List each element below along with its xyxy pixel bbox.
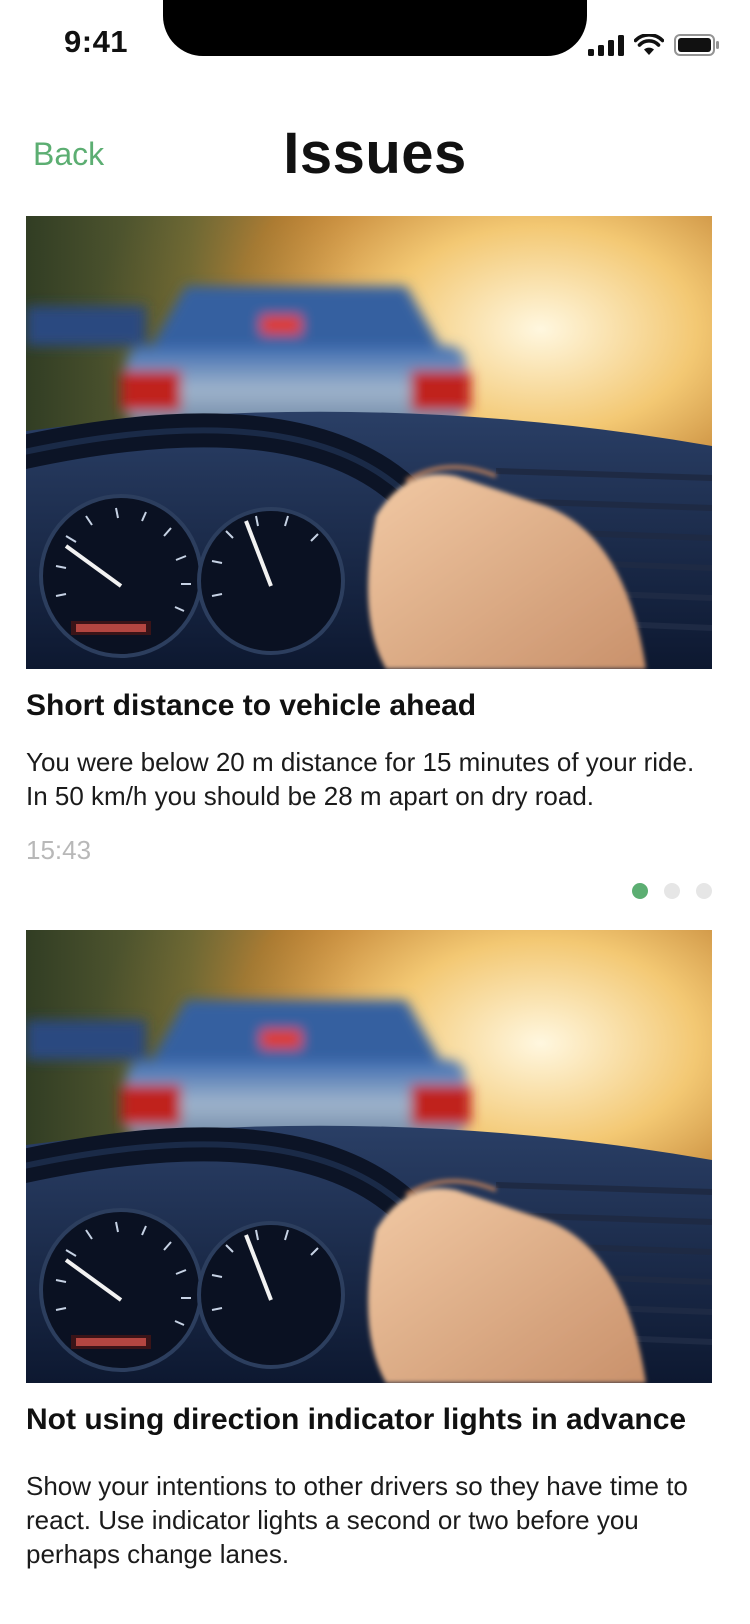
cellular-signal-icon: [588, 34, 624, 61]
status-icons: [588, 33, 720, 61]
page-title: Issues: [283, 121, 467, 186]
device-notch: [163, 0, 587, 56]
status-bar: 9:41: [0, 0, 750, 90]
issue-photo: [26, 216, 712, 669]
page-indicator: [632, 883, 712, 899]
page-dot-3[interactable]: [696, 883, 712, 899]
issue-description: You were below 20 m distance for 15 minu…: [26, 747, 695, 811]
page-dot-1[interactable]: [632, 883, 648, 899]
page-dot-2[interactable]: [664, 883, 680, 899]
issue-timestamp: 15:43: [26, 835, 92, 865]
issue-photo: [26, 930, 712, 1383]
navigation-bar: Back Issues: [0, 110, 750, 200]
battery-icon: [674, 34, 720, 61]
wifi-icon: [633, 33, 665, 61]
issue-description: Show your intentions to other drivers so…: [26, 1471, 688, 1569]
issue-title: Not using direction indicator lights in …: [26, 1403, 687, 1436]
issue-card[interactable]: Short distance to vehicle ahead You were…: [26, 216, 712, 899]
status-time: 9:41: [64, 24, 129, 59]
issue-card[interactable]: Not using direction indicator lights in …: [26, 930, 712, 1571]
issue-title: Short distance to vehicle ahead: [26, 689, 477, 722]
